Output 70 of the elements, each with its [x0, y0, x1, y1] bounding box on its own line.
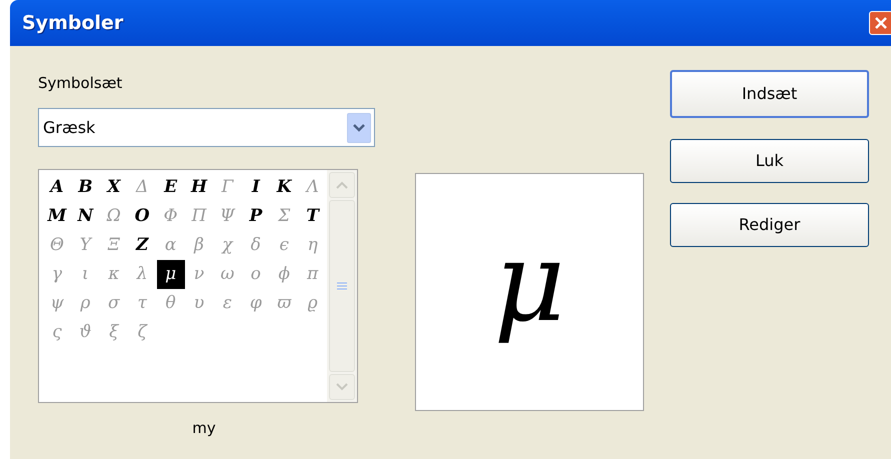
- symbol-set-label: Symbolsæt: [38, 73, 124, 94]
- symbol-cell[interactable]: δ: [242, 231, 270, 260]
- symbol-cell[interactable]: μ: [156, 260, 185, 289]
- symbol-cell[interactable]: Σ: [270, 202, 298, 231]
- dialog-button[interactable]: Luk: [670, 139, 869, 183]
- symbol-cell[interactable]: ζ: [128, 318, 156, 347]
- symbol-cell[interactable]: ς: [43, 318, 71, 347]
- symbol-cell[interactable]: Λ: [298, 173, 327, 202]
- symbol-cell[interactable]: κ: [100, 260, 128, 289]
- symbol-cell[interactable]: ο: [242, 260, 270, 289]
- symbol-cell[interactable]: N: [71, 202, 100, 231]
- scroll-up-button[interactable]: [329, 172, 355, 198]
- symbol-cell[interactable]: Γ: [213, 173, 242, 202]
- symbol-cell[interactable]: ϑ: [71, 318, 100, 347]
- symbol-cell[interactable]: γ: [43, 260, 71, 289]
- symbol-cell[interactable]: η: [298, 231, 327, 260]
- symbol-cell[interactable]: ρ: [71, 289, 100, 318]
- symbol-cell[interactable]: ξ: [100, 318, 128, 347]
- symbol-cell[interactable]: ϱ: [298, 289, 327, 318]
- symbol-cell[interactable]: P: [242, 202, 270, 231]
- window-title: Symboler: [22, 10, 124, 36]
- symbol-cell[interactable]: Z: [128, 231, 156, 260]
- symbol-cell[interactable]: ϖ: [270, 289, 298, 318]
- symbol-cell[interactable]: π: [298, 260, 327, 289]
- symbol-cell[interactable]: λ: [128, 260, 156, 289]
- symbol-cell[interactable]: H: [184, 173, 213, 202]
- grip-icon: [337, 282, 347, 290]
- symbol-cell[interactable]: ψ: [43, 289, 71, 318]
- symbol-cell[interactable]: ω: [213, 260, 242, 289]
- symbol-cell[interactable]: ν: [184, 260, 213, 289]
- symbol-cell[interactable]: α: [156, 231, 185, 260]
- symbol-cell[interactable]: M: [43, 202, 71, 231]
- symbol-name: my: [192, 418, 216, 439]
- symbol-cell[interactable]: O: [128, 202, 156, 231]
- symbol-cell[interactable]: T: [298, 202, 327, 231]
- symbol-cell[interactable]: Θ: [43, 231, 71, 260]
- dropdown-value: Græsk: [43, 116, 96, 138]
- symbol-cell[interactable]: Ξ: [100, 231, 128, 260]
- symbol-cell[interactable]: σ: [100, 289, 128, 318]
- symbol-set-dropdown[interactable]: Græsk: [38, 108, 375, 147]
- close-button[interactable]: [869, 11, 891, 35]
- scrollbar[interactable]: [327, 170, 357, 402]
- dialog-button[interactable]: Rediger: [670, 203, 869, 247]
- scroll-thumb[interactable]: [329, 200, 355, 372]
- close-icon: [874, 16, 888, 30]
- symbol-cell[interactable]: ϵ: [270, 231, 298, 260]
- symbol-cell[interactable]: ϕ: [270, 260, 298, 289]
- symbol-cell[interactable]: K: [270, 173, 298, 202]
- symbol-cell[interactable]: Φ: [156, 202, 185, 231]
- symbol-cell[interactable]: ε: [213, 289, 242, 318]
- symbol-cell[interactable]: B: [71, 173, 100, 202]
- symbol-cell[interactable]: ι: [71, 260, 100, 289]
- symbol-cell[interactable]: τ: [128, 289, 156, 318]
- symbol-cell[interactable]: X: [100, 173, 128, 202]
- symbol-cell[interactable]: θ: [156, 289, 185, 318]
- symbol-cell[interactable]: E: [156, 173, 185, 202]
- symbol-cell[interactable]: Δ: [128, 173, 156, 202]
- symbol-cell[interactable]: A: [43, 173, 71, 202]
- symbol-cell[interactable]: Ω: [100, 202, 128, 231]
- symbol-cell[interactable]: Ψ: [213, 202, 242, 231]
- dialog-button[interactable]: Indsæt: [670, 70, 869, 118]
- preview-symbol: μ: [492, 217, 566, 348]
- symbol-cell[interactable]: β: [184, 231, 213, 260]
- symbol-cell[interactable]: Υ: [71, 231, 100, 260]
- symbol-cell[interactable]: φ: [242, 289, 270, 318]
- scroll-down-button[interactable]: [329, 374, 355, 400]
- symbol-cell[interactable]: υ: [184, 289, 213, 318]
- symbol-cell[interactable]: I: [242, 173, 270, 202]
- symbol-cell[interactable]: Π: [184, 202, 213, 231]
- symbol-cell[interactable]: χ: [213, 231, 242, 260]
